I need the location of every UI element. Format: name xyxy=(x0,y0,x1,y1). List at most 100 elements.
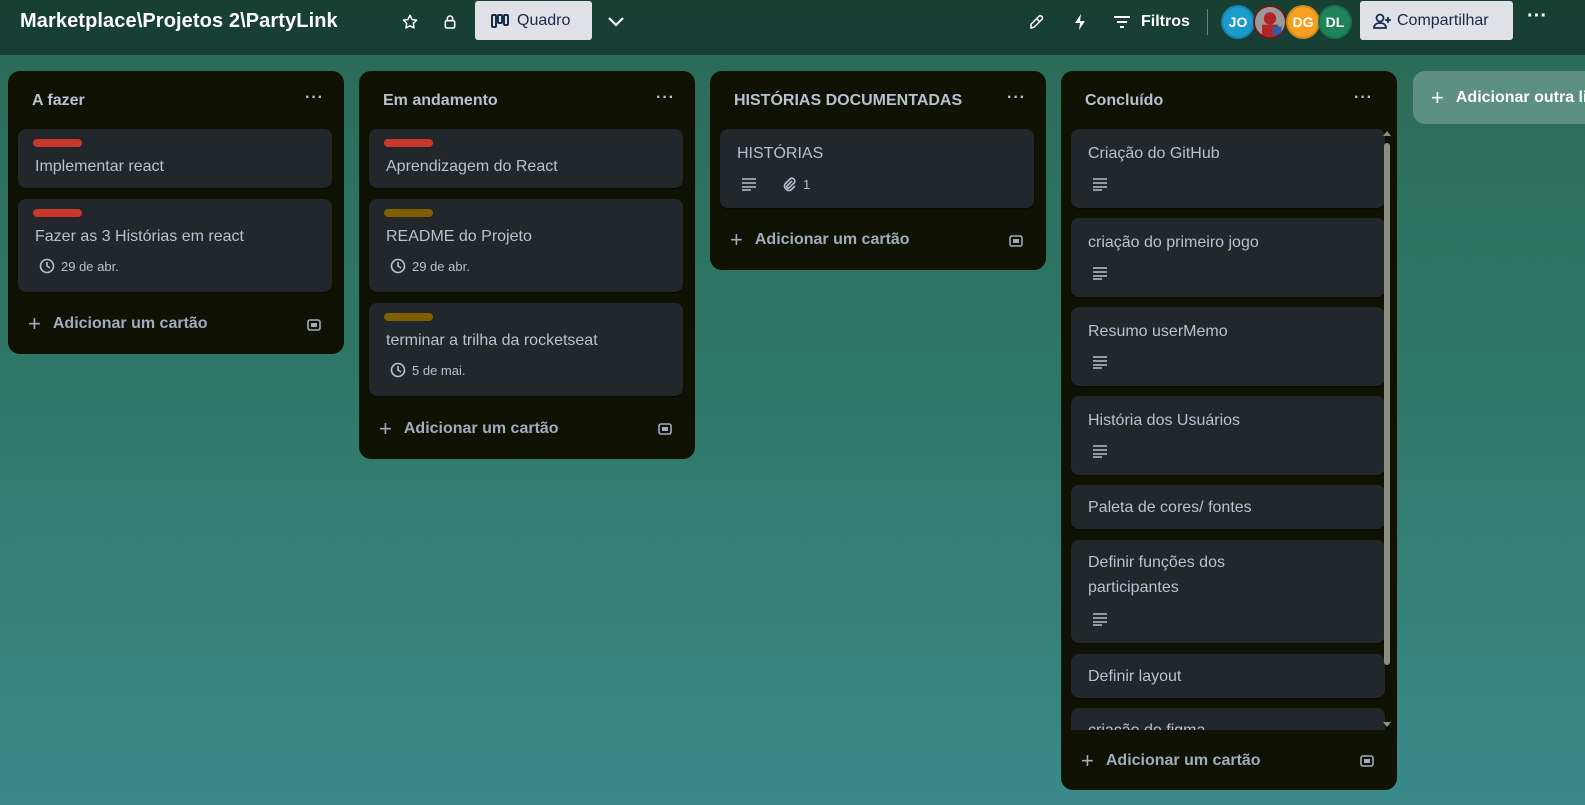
card[interactable]: terminar a trilha da rocketseat 5 de mai… xyxy=(369,303,683,396)
card[interactable]: criação do primeiro jogo xyxy=(1071,218,1385,297)
board-view-button[interactable]: Quadro xyxy=(475,1,592,40)
list-concluido: Concluído ··· Criação do GitHub criação … xyxy=(1061,71,1397,790)
list-title[interactable]: Concluído xyxy=(1085,92,1163,110)
chevron-down-icon[interactable] xyxy=(605,11,627,33)
filter-icon xyxy=(1113,15,1131,29)
card-title: criação do primeiro jogo xyxy=(1088,234,1259,251)
list-menu-button[interactable]: ··· xyxy=(1354,89,1373,107)
board-title[interactable]: Marketplace\Projetos 2\PartyLink xyxy=(20,10,338,33)
lock-icon[interactable] xyxy=(439,11,461,33)
card[interactable]: Definir funções dos participantes xyxy=(1071,540,1385,643)
automation-bolt-icon[interactable] xyxy=(1069,11,1091,33)
list-scrollbar[interactable] xyxy=(1381,128,1393,730)
card[interactable]: Fazer as 3 Histórias em react 29 de abr. xyxy=(18,199,332,292)
add-list-button[interactable]: + Adicionar outra lista xyxy=(1413,71,1585,124)
list-menu-button[interactable]: ··· xyxy=(1007,89,1026,107)
add-list-label: Adicionar outra lista xyxy=(1455,88,1585,106)
card-template-icon[interactable] xyxy=(1008,233,1024,249)
card[interactable]: Resumo userMemo xyxy=(1071,307,1385,386)
add-person-icon xyxy=(1373,13,1391,29)
filter-label: Filtros xyxy=(1141,13,1190,30)
star-icon[interactable] xyxy=(399,11,421,33)
card-title: Fazer as 3 Histórias em react xyxy=(35,228,244,245)
clock-icon xyxy=(390,258,406,274)
paperclip-icon xyxy=(781,176,797,192)
card[interactable]: criação do figma xyxy=(1071,708,1385,730)
label-red[interactable] xyxy=(33,209,82,217)
card-template-icon[interactable] xyxy=(306,317,322,333)
due-date-badge[interactable]: 29 de abr. xyxy=(39,258,119,274)
card[interactable]: HISTÓRIAS 1 xyxy=(720,129,1034,208)
plus-icon: + xyxy=(730,227,743,252)
card[interactable]: Definir layout xyxy=(1071,654,1385,698)
card-title: Definir layout xyxy=(1088,668,1182,685)
avatar-dl[interactable]: DL xyxy=(1318,5,1352,39)
card-title: Aprendizagem do React xyxy=(386,158,558,175)
description-icon xyxy=(1092,177,1108,191)
list-title[interactable]: HISTÓRIAS DOCUMENTADAS xyxy=(734,92,962,110)
card[interactable]: Aprendizagem do React xyxy=(369,129,683,188)
card-title: Implementar react xyxy=(35,158,164,175)
filter-button[interactable]: Filtros xyxy=(1113,8,1190,36)
list-menu-button[interactable]: ··· xyxy=(656,89,675,107)
clock-icon xyxy=(39,258,55,274)
avatar-photo[interactable] xyxy=(1253,5,1287,39)
list-em-andamento: Em andamento ··· Aprendizagem do React R… xyxy=(359,71,695,459)
clock-icon xyxy=(390,362,406,378)
add-card-button[interactable]: + Adicionar um cartão xyxy=(730,227,910,252)
scrollbar-thumb[interactable] xyxy=(1384,143,1390,665)
card[interactable]: História dos Usuários xyxy=(1071,396,1385,475)
add-card-label: Adicionar um cartão xyxy=(1105,752,1261,769)
attachment-count: 1 xyxy=(803,176,811,192)
description-icon xyxy=(1092,355,1108,369)
scroll-down-arrow-icon[interactable] xyxy=(1381,720,1393,730)
due-date-text: 29 de abr. xyxy=(61,258,119,274)
card-title: terminar a trilha da rocketseat xyxy=(386,332,598,349)
add-card-button[interactable]: + Adicionar um cartão xyxy=(379,416,559,441)
card[interactable]: Criação do GitHub xyxy=(1071,129,1385,208)
power-ups-rocket-icon[interactable] xyxy=(1026,11,1048,33)
plus-icon: + xyxy=(1081,748,1094,773)
avatar-dg[interactable]: DG xyxy=(1286,5,1320,39)
plus-icon: + xyxy=(379,416,392,441)
card[interactable]: README do Projeto 29 de abr. xyxy=(369,199,683,292)
share-button[interactable]: Compartilhar xyxy=(1360,1,1513,40)
card-template-icon[interactable] xyxy=(1359,753,1375,769)
card-title: Paleta de cores/ fontes xyxy=(1088,499,1252,516)
description-icon xyxy=(1092,444,1108,458)
label-red[interactable] xyxy=(384,139,433,147)
card-title: HISTÓRIAS xyxy=(737,145,824,162)
card[interactable]: Implementar react xyxy=(18,129,332,188)
scroll-up-arrow-icon[interactable] xyxy=(1381,128,1393,138)
board-view-icon xyxy=(491,13,509,28)
card-template-icon[interactable] xyxy=(657,421,673,437)
card-title: Criação do GitHub xyxy=(1088,145,1220,162)
card-title-line-2: participantes xyxy=(1088,579,1179,596)
plus-icon: + xyxy=(28,311,41,336)
board-header: Marketplace\Projetos 2\PartyLink Quadro … xyxy=(0,0,1585,55)
description-icon xyxy=(1092,612,1108,626)
add-card-button[interactable]: + Adicionar um cartão xyxy=(1081,748,1261,773)
label-yellow[interactable] xyxy=(384,209,433,217)
header-divider xyxy=(1207,9,1208,35)
due-date-badge[interactable]: 5 de mai. xyxy=(390,362,465,378)
list-cards-scroll-area[interactable]: Criação do GitHub criação do primeiro jo… xyxy=(1061,128,1397,730)
list-historias-documentadas: HISTÓRIAS DOCUMENTADAS ··· HISTÓRIAS 1 +… xyxy=(710,71,1046,270)
label-yellow[interactable] xyxy=(384,313,433,321)
label-red[interactable] xyxy=(33,139,82,147)
due-date-text: 29 de abr. xyxy=(412,258,470,274)
board-menu-button[interactable]: ··· xyxy=(1524,6,1550,33)
add-card-label: Adicionar um cartão xyxy=(403,420,559,437)
list-title[interactable]: Em andamento xyxy=(383,92,498,110)
card-title: README do Projeto xyxy=(386,228,532,245)
due-date-badge[interactable]: 29 de abr. xyxy=(390,258,470,274)
card-title-line-1: Definir funções dos xyxy=(1088,554,1225,571)
description-icon xyxy=(741,177,757,191)
add-card-button[interactable]: + Adicionar um cartão xyxy=(28,311,208,336)
list-a-fazer: A fazer ··· Implementar react Fazer as 3… xyxy=(8,71,344,354)
avatar-jo[interactable]: JO xyxy=(1221,5,1255,39)
card-title: Resumo userMemo xyxy=(1088,323,1228,340)
card[interactable]: Paleta de cores/ fontes xyxy=(1071,485,1385,529)
list-menu-button[interactable]: ··· xyxy=(305,89,324,107)
list-title[interactable]: A fazer xyxy=(32,92,85,110)
